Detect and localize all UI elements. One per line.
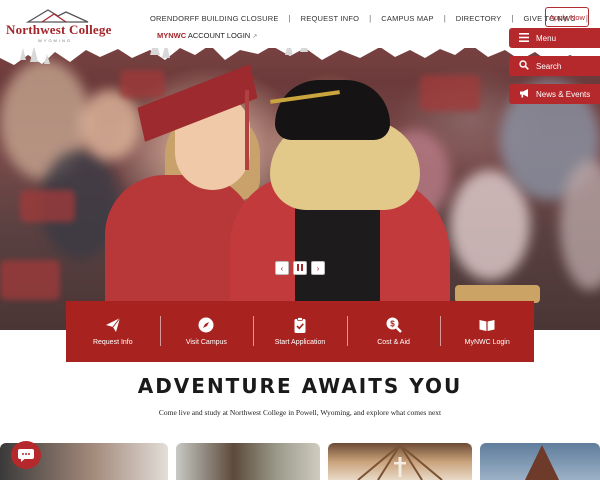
quick-link-mynwc-login[interactable]: MyNWC Login	[440, 301, 534, 362]
quick-link-visit-campus[interactable]: Visit Campus	[159, 301, 254, 362]
quick-links-bar: Request Info Visit Campus Start Applicat…	[66, 301, 534, 362]
page-subtitle: Come live and study at Northwest College…	[158, 408, 442, 417]
quick-link-request-info[interactable]: Request Info	[66, 301, 160, 362]
logo-name: Northwest College	[6, 22, 112, 37]
quick-link-start-application[interactable]: Start Application	[253, 301, 347, 362]
quick-link-label: MyNWC Login	[464, 339, 510, 346]
feature-card[interactable]	[328, 443, 472, 480]
account-login-prefix: MYNWC	[157, 31, 187, 40]
divider: |	[511, 13, 514, 23]
account-login-link[interactable]: MYNWC ACCOUNT LOGIN ↗	[157, 31, 257, 40]
chapel-image	[357, 444, 443, 480]
carousel-pause-button[interactable]	[293, 261, 307, 275]
divider: |	[443, 13, 446, 23]
utility-link-orendorff[interactable]: ORENDORFF BUILDING CLOSURE	[150, 14, 279, 23]
quick-link-label: Visit Campus	[185, 339, 227, 346]
quick-link-cost-aid[interactable]: $ Cost & Aid	[346, 301, 441, 362]
search-button[interactable]: Search	[509, 56, 600, 76]
utility-link-directory[interactable]: DIRECTORY	[456, 14, 502, 23]
menu-icon	[518, 32, 530, 44]
paper-plane-icon	[105, 317, 121, 332]
apply-now-button[interactable]: Apply Now	[545, 7, 589, 27]
search-label: Search	[536, 61, 562, 71]
tree-image	[525, 445, 559, 480]
quick-link-label: Cost & Aid	[377, 339, 410, 346]
logo-tagline: WYOMING	[38, 38, 72, 43]
feature-card[interactable]	[480, 443, 600, 480]
logo[interactable]: Northwest College WYOMING	[0, 0, 112, 46]
feature-card[interactable]	[176, 443, 320, 480]
chevron-left-icon: ‹	[280, 263, 284, 273]
menu-label: Menu	[536, 33, 557, 43]
chat-icon	[18, 448, 34, 462]
news-events-button[interactable]: News & Events	[509, 84, 600, 104]
svg-text:$: $	[390, 319, 395, 328]
clipboard-check-icon	[294, 317, 306, 333]
menu-button[interactable]: Menu	[509, 28, 600, 48]
search-icon	[518, 60, 530, 72]
page-title: ADVENTURE AWAITS YOU	[137, 374, 463, 398]
news-events-label: News & Events	[536, 89, 591, 99]
external-link-icon: ↗	[252, 34, 258, 40]
divider: |	[288, 13, 291, 23]
carousel-next-button[interactable]: ›	[311, 261, 325, 275]
divider: |	[369, 13, 372, 23]
quick-link-label: Request Info	[92, 339, 133, 346]
account-login-label: ACCOUNT LOGIN	[186, 31, 251, 40]
carousel-prev-button[interactable]: ‹	[275, 261, 289, 275]
compass-icon	[198, 317, 214, 333]
chevron-right-icon: ›	[316, 263, 320, 273]
money-search-icon: $	[386, 317, 402, 333]
utility-nav: ORENDORFF BUILDING CLOSURE | REQUEST INF…	[150, 11, 598, 25]
pause-icon	[297, 263, 303, 273]
quick-link-label: Start Application	[274, 339, 326, 346]
book-open-icon	[479, 320, 495, 331]
megaphone-icon	[518, 88, 530, 100]
chat-button[interactable]	[11, 441, 41, 469]
utility-link-campus-map[interactable]: CAMPUS MAP	[381, 14, 433, 23]
utility-link-request-info[interactable]: REQUEST INFO	[301, 14, 360, 23]
